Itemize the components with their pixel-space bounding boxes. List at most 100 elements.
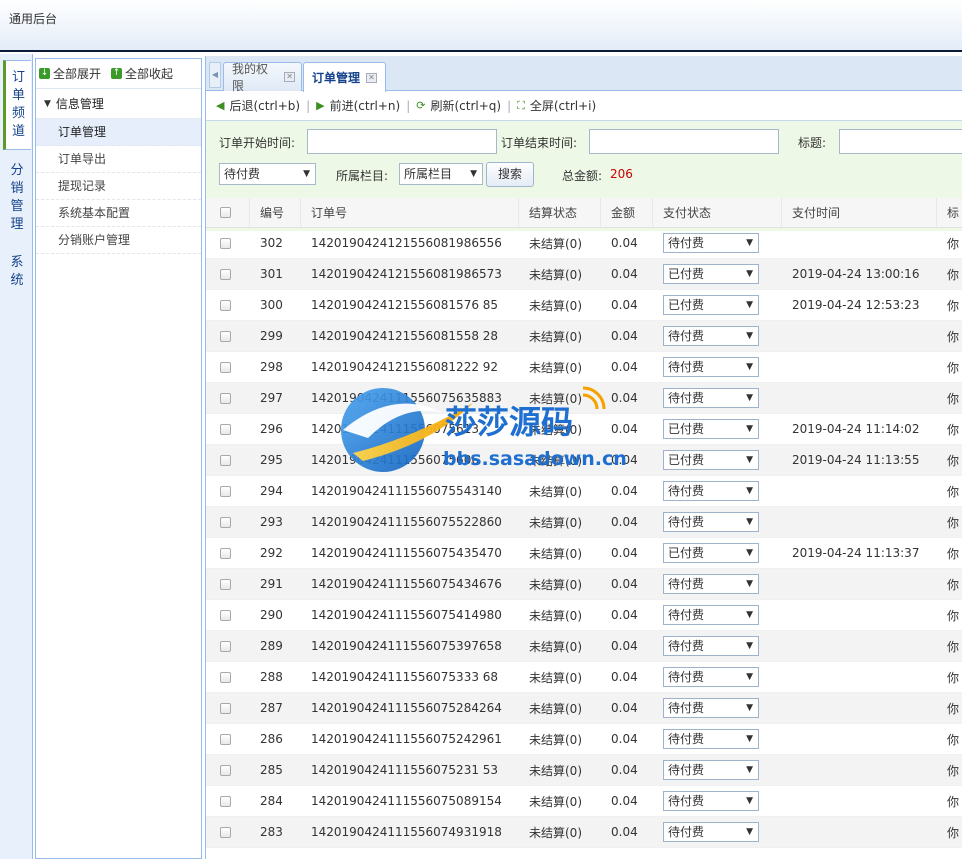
tab-my-permissions[interactable]: 我的权限 ✕ <box>223 62 302 93</box>
header-id[interactable]: 编号 <box>250 198 301 227</box>
sidebar-item-order-export[interactable]: 订单导出 <box>36 146 201 173</box>
pay-status-select[interactable]: 待付费 ▼ <box>663 605 759 625</box>
back-button[interactable]: ◀ 后退(ctrl+b) <box>216 97 300 114</box>
row-checkbox[interactable] <box>220 299 231 311</box>
header-order-no[interactable]: 订单号 <box>301 198 519 227</box>
tab-scroll-left-icon[interactable]: ◀ <box>209 62 221 88</box>
sidebar: ↓ 全部展开 ↑ 全部收起 ▼ 信息管理 订单管理 订单导出 提现记录 系统基本… <box>35 58 202 859</box>
pay-status-select[interactable]: 待付费 ▼ <box>663 388 759 408</box>
pay-status-select[interactable]: 待付费 ▼ <box>663 357 759 377</box>
table-row[interactable]: 292 1420190424111556075435470 未结算(0) 0.04 已付… <box>206 538 962 569</box>
table-row[interactable]: 289 1420190424111556075397658 未结算(0) 0.04 待付… <box>206 631 962 662</box>
pay-status-select[interactable]: 待付费 ▼ <box>663 512 759 532</box>
row-checkbox[interactable] <box>220 361 231 373</box>
sidebar-item-distribution-accounts[interactable]: 分销账户管理 <box>36 227 201 254</box>
fullscreen-button[interactable]: ⛶ 全屏(ctrl+i) <box>517 97 596 114</box>
row-checkbox[interactable] <box>220 485 231 497</box>
header-amount[interactable]: 金额 <box>601 198 653 227</box>
select-all-checkbox[interactable] <box>220 207 231 218</box>
pay-status-select[interactable]: 待付费 ▼ <box>663 822 759 842</box>
row-checkbox[interactable] <box>220 733 231 745</box>
table-row[interactable]: 283 1420190424111556074931918 未结算(0) 0.04 待付… <box>206 817 962 848</box>
row-checkbox[interactable] <box>220 392 231 404</box>
sidebar-item-system-config[interactable]: 系统基本配置 <box>36 200 201 227</box>
pay-status-select[interactable]: 已付费 ▼ <box>663 295 759 315</box>
vtab-system[interactable]: 系统 <box>3 246 31 302</box>
row-checkbox[interactable] <box>220 237 231 249</box>
row-checkbox[interactable] <box>220 547 231 559</box>
search-button[interactable]: 搜索 <box>486 162 534 187</box>
table-row[interactable]: 294 1420190424111556075543140 未结算(0) 0.04 待付… <box>206 476 962 507</box>
pay-status-select[interactable]: 已付费 ▼ <box>663 450 759 470</box>
sidebar-group-info[interactable]: ▼ 信息管理 <box>36 89 201 119</box>
tab-order-manage[interactable]: 订单管理 ✕ <box>303 62 386 92</box>
header-settle-status[interactable]: 结算状态 <box>519 198 601 227</box>
refresh-button[interactable]: ⟳ 刷新(ctrl+q) <box>416 97 501 114</box>
table-row[interactable]: 300 1420190424121556081576 85 未结算(0) 0.04 已付… <box>206 290 962 321</box>
pay-status-select[interactable]: 待付费 ▼ <box>663 233 759 253</box>
vtab-order-channel[interactable]: 订单频道 <box>3 60 31 150</box>
table-row[interactable]: 295 1420190424111556075606 未结算(0) 0.04 已付费 ▼ 2… <box>206 445 962 476</box>
expand-all-button[interactable]: ↓ 全部展开 <box>39 65 101 82</box>
table-row[interactable]: 293 1420190424111556075522860 未结算(0) 0.04 待付… <box>206 507 962 538</box>
cell-amount: 0.04 <box>611 391 638 405</box>
table-row[interactable]: 286 1420190424111556075242961 未结算(0) 0.04 待付… <box>206 724 962 755</box>
pay-status-select[interactable]: 已付费 ▼ <box>663 419 759 439</box>
row-checkbox[interactable] <box>220 702 231 714</box>
table-row[interactable]: 302 1420190424121556081986556 未结算(0) 0.04 待付… <box>206 228 962 259</box>
table-row[interactable]: 299 1420190424121556081558 28 未结算(0) 0.04 待付… <box>206 321 962 352</box>
table-row[interactable]: 297 1420190424111556075635883 未结算(0) 0.04 待付… <box>206 383 962 414</box>
end-time-input[interactable] <box>589 129 779 154</box>
column-select[interactable]: 所属栏目 ▼ <box>399 163 483 185</box>
row-checkbox[interactable] <box>220 268 231 280</box>
row-checkbox[interactable] <box>220 578 231 590</box>
pay-status-select[interactable]: 待付费 ▼ <box>663 326 759 346</box>
row-checkbox[interactable] <box>220 330 231 342</box>
table-row[interactable]: 296 1420190424111556075613 未结算(0) 0.04 已付费 ▼ 2… <box>206 414 962 445</box>
row-checkbox[interactable] <box>220 640 231 652</box>
cell-pay-time: 2019-04-24 13:00:16 <box>792 267 920 281</box>
pay-status-select[interactable]: 待付费 ▼ <box>663 698 759 718</box>
table-row[interactable]: 291 1420190424111556075434676 未结算(0) 0.04 待付… <box>206 569 962 600</box>
pay-status-select[interactable]: 待付费 ▼ <box>663 760 759 780</box>
row-checkbox[interactable] <box>220 795 231 807</box>
row-checkbox[interactable] <box>220 423 231 435</box>
pay-status-select[interactable]: 待付费 ▼ <box>663 574 759 594</box>
header-pay-time[interactable]: 支付时间 <box>782 198 937 227</box>
row-checkbox[interactable] <box>220 516 231 528</box>
pay-status-select[interactable]: 已付费 ▼ <box>663 264 759 284</box>
cell-pay-status: 待付费 ▼ <box>653 817 782 847</box>
sidebar-item-order-manage[interactable]: 订单管理 <box>36 119 201 146</box>
table-row[interactable]: 288 1420190424111556075333 68 未结算(0) 0.04 待付… <box>206 662 962 693</box>
row-checkbox[interactable] <box>220 454 231 466</box>
close-icon[interactable]: ✕ <box>366 72 378 83</box>
pay-status-select[interactable]: 待付费 ▼ <box>663 729 759 749</box>
cell-pay-status: 已付费 ▼ <box>653 259 782 289</box>
cell-order-no: 1420190424111556075414980 <box>311 608 502 622</box>
row-checkbox[interactable] <box>220 764 231 776</box>
pay-status-select[interactable]: 已付费 ▼ <box>663 543 759 563</box>
table-row[interactable]: 301 1420190424121556081986573 未结算(0) 0.04 已付… <box>206 259 962 290</box>
row-checkbox[interactable] <box>220 826 231 838</box>
pay-status-select[interactable]: 待付费 ▼ <box>663 791 759 811</box>
table-row[interactable]: 290 1420190424111556075414980 未结算(0) 0.04 待付… <box>206 600 962 631</box>
close-icon[interactable]: ✕ <box>284 72 295 82</box>
collapse-all-button[interactable]: ↑ 全部收起 <box>111 65 173 82</box>
header-pay-status[interactable]: 支付状态 <box>653 198 782 227</box>
sidebar-item-withdraw-records[interactable]: 提现记录 <box>36 173 201 200</box>
forward-button[interactable]: ▶ 前进(ctrl+n) <box>316 97 400 114</box>
row-checkbox[interactable] <box>220 671 231 683</box>
table-row[interactable]: 298 1420190424121556081222 92 未结算(0) 0.04 待付… <box>206 352 962 383</box>
vtab-distribution[interactable]: 分销管理 <box>3 154 31 242</box>
title-input[interactable] <box>839 129 962 154</box>
start-time-input[interactable] <box>307 129 497 154</box>
pay-status-select[interactable]: 待付费 ▼ <box>663 481 759 501</box>
table-row[interactable]: 284 1420190424111556075089154 未结算(0) 0.04 待付… <box>206 786 962 817</box>
table-row[interactable]: 285 1420190424111556075231 53 未结算(0) 0.04 待付… <box>206 755 962 786</box>
pay-status-select[interactable]: 待付费 ▼ <box>663 636 759 656</box>
row-checkbox[interactable] <box>220 609 231 621</box>
table-row[interactable]: 287 1420190424111556075284264 未结算(0) 0.04 待付… <box>206 693 962 724</box>
header-title[interactable]: 标 <box>937 198 962 227</box>
pay-status-filter-select[interactable]: 待付费 ▼ <box>219 163 316 185</box>
pay-status-select[interactable]: 待付费 ▼ <box>663 667 759 687</box>
